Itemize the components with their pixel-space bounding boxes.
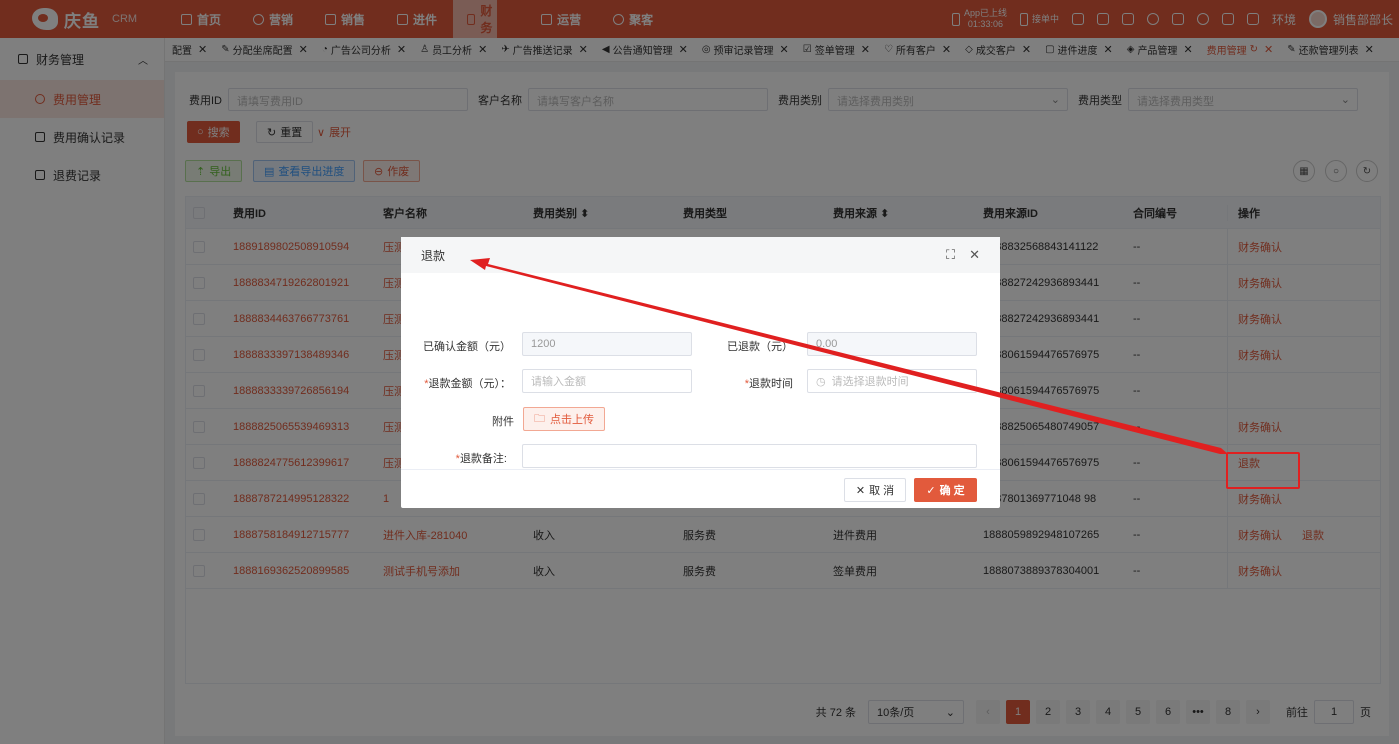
confirm-button[interactable]: ✓ 确 定 bbox=[914, 478, 977, 502]
label-text: 已确认金额（元） bbox=[423, 341, 511, 353]
refund-dialog: 退款 ⛶ ✕ 已确认金额（元） 1200 已退款（元） 0.00 *退款金额（元）… bbox=[401, 237, 1000, 508]
refunded-field: 0.00 bbox=[807, 332, 977, 356]
annotation-highlight-box bbox=[1226, 452, 1300, 489]
clock-icon: ◷ bbox=[816, 375, 826, 388]
dialog-title: 退款 bbox=[421, 248, 446, 263]
folder-icon: 🗀 bbox=[534, 412, 545, 425]
label-text: 退款时间 bbox=[749, 378, 793, 390]
refund-amount-placeholder: 请输入金额 bbox=[531, 376, 586, 388]
upload-button[interactable]: 🗀 点击上传 bbox=[523, 407, 605, 431]
refund-amount-input[interactable]: 请输入金额 bbox=[522, 369, 692, 393]
label-text: 已退款（元） bbox=[727, 341, 793, 353]
confirm-label: 确 定 bbox=[939, 485, 965, 497]
confirmed-amount-field: 1200 bbox=[522, 332, 692, 356]
check-icon: ✓ bbox=[926, 484, 936, 497]
confirmed-amount-value: 1200 bbox=[531, 338, 556, 350]
cancel-label: 取 消 bbox=[869, 485, 895, 497]
dialog-footer: ✕ 取 消 ✓ 确 定 bbox=[401, 469, 1000, 508]
dialog-body: 已确认金额（元） 1200 已退款（元） 0.00 *退款金额（元）： 请输入金… bbox=[401, 273, 1000, 469]
cancel-button[interactable]: ✕ 取 消 bbox=[844, 478, 906, 502]
refunded-value: 0.00 bbox=[816, 338, 838, 350]
refunded-label: 已退款（元） bbox=[701, 338, 793, 354]
close-icon[interactable]: ✕ bbox=[969, 247, 980, 263]
maximize-icon[interactable]: ⛶ bbox=[946, 247, 955, 263]
refund-remark-input[interactable] bbox=[522, 444, 977, 468]
refund-time-picker[interactable]: ◷ 请选择退款时间 bbox=[807, 369, 977, 393]
upload-label: 点击上传 bbox=[550, 414, 594, 426]
refund-amount-label: *退款金额（元）： bbox=[411, 375, 511, 391]
label-text: 退款金额（元）： bbox=[428, 378, 512, 390]
dialog-header: 退款 ⛶ ✕ bbox=[401, 237, 1000, 273]
refund-time-label: *退款时间 bbox=[701, 375, 793, 391]
refund-remark-label: *退款备注: bbox=[411, 450, 507, 466]
label-text: 附件 bbox=[492, 416, 514, 428]
refund-time-placeholder: 请选择退款时间 bbox=[831, 376, 909, 388]
close-icon: ✕ bbox=[855, 484, 866, 497]
confirmed-amount-label: 已确认金额（元） bbox=[411, 338, 511, 354]
attachment-label: 附件 bbox=[411, 413, 514, 429]
label-text: 退款备注: bbox=[459, 453, 507, 465]
